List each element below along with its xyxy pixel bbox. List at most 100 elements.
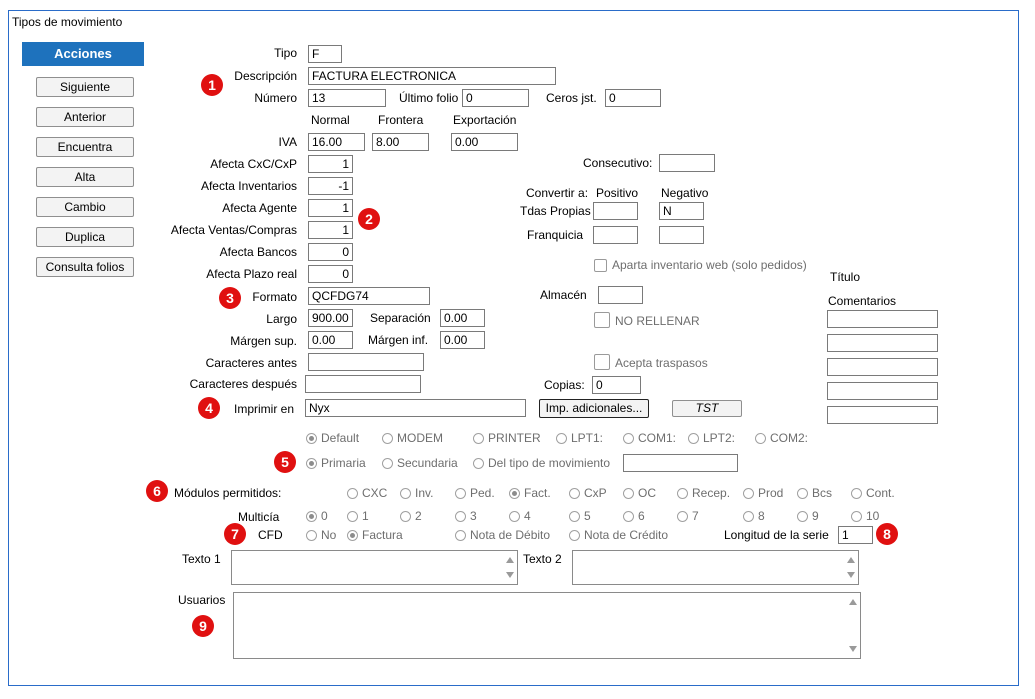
texto2-textarea[interactable] [572,550,859,585]
almacen-input[interactable] [598,286,643,304]
multicia-radio-0[interactable]: 0 [306,509,328,523]
printer-radio-modem[interactable]: MODEM [382,431,443,445]
largo-input[interactable]: 900.00 [308,309,353,327]
modulo-oc[interactable]: OC [623,486,656,500]
cfd-radio-nota-debito[interactable]: Nota de Débito [455,528,550,542]
printer-radio-printer[interactable]: PRINTER [473,431,541,445]
formato-input[interactable]: QCFDG74 [308,287,430,305]
alta-button[interactable]: Alta [36,167,134,187]
comentario-input-2[interactable] [827,334,938,352]
iva-frontera-input[interactable]: 8.00 [372,133,429,151]
encuentra-button[interactable]: Encuentra [36,137,134,157]
caracteres-despues-input[interactable] [305,375,421,393]
printer-radio-default[interactable]: Default [306,431,359,445]
iva-normal-input[interactable]: 16.00 [308,133,365,151]
radio-label: Primaria [321,456,366,470]
tst-button[interactable]: TST [672,400,742,417]
comentario-input-1[interactable] [827,310,938,328]
scroll-up-icon[interactable] [847,557,855,563]
margen-inf-input[interactable]: 0.00 [440,331,485,349]
cambio-button[interactable]: Cambio [36,197,134,217]
scroll-down-icon[interactable] [506,572,514,578]
margen-inf-label: Márgen inf. [368,333,429,347]
imp-adicionales-button[interactable]: Imp. adicionales... [539,399,649,418]
iva-exportacion-input[interactable]: 0.00 [451,133,518,151]
no-rellenar-checkbox[interactable]: NO RELLENAR [594,312,700,328]
multicia-radio-3[interactable]: 3 [455,509,477,523]
printer-radio-lpt1[interactable]: LPT1: [556,431,603,445]
franquicia-positivo-input[interactable] [593,226,638,244]
aparta-inventario-checkbox[interactable]: Aparta inventario web (solo pedidos) [594,258,807,272]
texto1-scrollbar[interactable] [503,551,517,584]
multicia-radio-9[interactable]: 9 [797,509,819,523]
modulo-fact[interactable]: Fact. [509,486,551,500]
modulo-inv[interactable]: Inv. [400,486,433,500]
cfd-radio-no[interactable]: No [306,528,336,542]
cfd-radio-factura[interactable]: Factura [347,528,403,542]
usuarios-textarea[interactable] [233,592,861,659]
tipo-input[interactable]: F [308,45,342,63]
multicia-radio-8[interactable]: 8 [743,509,765,523]
scroll-up-icon[interactable] [506,557,514,563]
caracteres-antes-input[interactable] [308,353,424,371]
tdas-propias-positivo-input[interactable] [593,202,638,220]
radio-dot [677,488,688,499]
anterior-button[interactable]: Anterior [36,107,134,127]
scroll-up-icon[interactable] [849,599,857,605]
ultimo-folio-input[interactable]: 0 [462,89,529,107]
scroll-down-icon[interactable] [849,646,857,652]
longitud-serie-input[interactable]: 1 [838,526,873,544]
modulo-cxc[interactable]: CXC [347,486,387,500]
ceros-input[interactable]: 0 [605,89,661,107]
copias-input[interactable]: 0 [592,376,641,394]
afecta-bancos-input[interactable]: 0 [308,243,353,261]
modulo-prod[interactable]: Prod [743,486,783,500]
comentario-input-5[interactable] [827,406,938,424]
modulo-cont[interactable]: Cont. [851,486,895,500]
multicia-radio-4[interactable]: 4 [509,509,531,523]
numero-input[interactable]: 13 [308,89,386,107]
multicia-radio-1[interactable]: 1 [347,509,369,523]
source-radio-secundaria[interactable]: Secundaria [382,456,458,470]
imprimir-en-input[interactable]: Nyx [305,399,526,417]
afecta-plazo-input[interactable]: 0 [308,265,353,283]
modulo-cxp[interactable]: CxP [569,486,607,500]
tdas-propias-negativo-input[interactable]: N [659,202,704,220]
consulta-folios-button[interactable]: Consulta folios [36,257,134,277]
comentario-input-4[interactable] [827,382,938,400]
duplica-button[interactable]: Duplica [36,227,134,247]
printer-radio-lpt2[interactable]: LPT2: [688,431,735,445]
printer-radio-com2[interactable]: COM2: [755,431,808,445]
multicia-radio-6[interactable]: 6 [623,509,645,523]
modulo-ped[interactable]: Ped. [455,486,495,500]
texto2-scrollbar[interactable] [844,551,858,584]
modulo-recep[interactable]: Recep. [677,486,730,500]
descripcion-input[interactable]: FACTURA ELECTRONICA [308,67,556,85]
afecta-inventarios-input[interactable]: -1 [308,177,353,195]
scroll-down-icon[interactable] [847,572,855,578]
modulo-bcs[interactable]: Bcs [797,486,832,500]
margen-sup-input[interactable]: 0.00 [308,331,353,349]
franquicia-negativo-input[interactable] [659,226,704,244]
afecta-cxc-input[interactable]: 1 [308,155,353,173]
multicia-radio-10[interactable]: 10 [851,509,879,523]
acepta-traspasos-checkbox[interactable]: Acepta traspasos [594,354,708,370]
afecta-ventas-input[interactable]: 1 [308,221,353,239]
tipo-movimiento-input[interactable] [623,454,738,472]
radio-label: PRINTER [488,431,541,445]
multicia-radio-7[interactable]: 7 [677,509,699,523]
texto1-textarea[interactable] [231,550,518,585]
multicia-radio-2[interactable]: 2 [400,509,422,523]
multicia-radio-5[interactable]: 5 [569,509,591,523]
comentario-input-3[interactable] [827,358,938,376]
source-radio-tipo-movimiento[interactable]: Del tipo de movimiento [473,456,610,470]
afecta-agente-input[interactable]: 1 [308,199,353,217]
printer-radio-com1[interactable]: COM1: [623,431,676,445]
cfd-radio-nota-credito[interactable]: Nota de Crédito [569,528,668,542]
usuarios-scrollbar[interactable] [846,593,860,658]
consecutivo-input[interactable] [659,154,715,172]
positivo-header: Positivo [596,186,639,200]
separacion-input[interactable]: 0.00 [440,309,485,327]
source-radio-primaria[interactable]: Primaria [306,456,366,470]
siguiente-button[interactable]: Siguiente [36,77,134,97]
